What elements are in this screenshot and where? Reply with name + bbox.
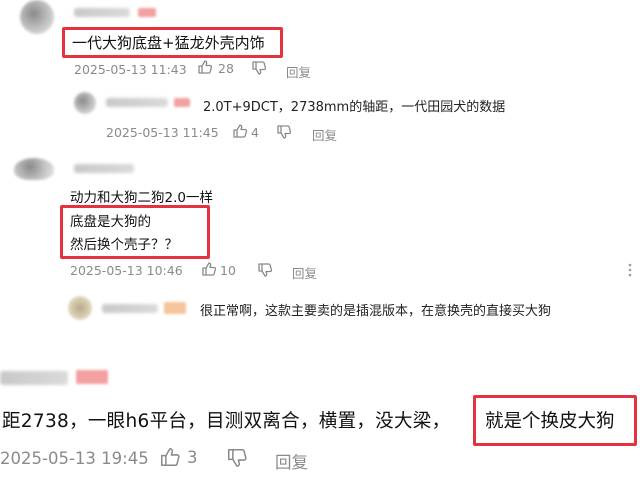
like-count: 3 [187,448,198,467]
user-badge [174,98,190,107]
comment-text-line2: 底盘是大狗的 [70,214,151,230]
comment-timestamp: 2025-05-13 19:45 [0,449,149,468]
username[interactable] [0,371,68,385]
like-count: 10 [220,263,236,278]
reply-button[interactable]: 回复 [286,62,311,81]
like-icon[interactable] [201,261,217,277]
username[interactable] [74,164,134,173]
dislike-icon[interactable] [276,124,292,140]
user-badge [138,8,156,17]
comment-timestamp: 2025-05-13 11:43 [74,62,187,77]
dislike-icon[interactable] [257,262,273,278]
like-icon[interactable] [197,59,213,75]
avatar[interactable] [14,158,54,180]
comment-text: 2.0T+9DCT，2738mm的轴距，一代田园犬的数据 [203,100,506,115]
avatar[interactable] [68,296,92,320]
dislike-icon[interactable] [251,60,267,76]
username[interactable] [106,98,168,107]
avatar[interactable] [74,92,96,114]
user-badge [76,370,108,384]
like-count: 4 [251,125,259,140]
username[interactable] [74,8,130,17]
comment-text: 很正常啊，这款主要卖的是插混版本，在意换壳的直接买大狗 [200,304,552,319]
comment-text-highlight: 就是个换皮大狗 [485,411,615,432]
reply-button[interactable]: 回复 [292,263,317,282]
reply-button[interactable]: 回复 [312,125,337,144]
comment-text-line1: 动力和大狗二狗2.0一样 [70,190,213,206]
username[interactable] [102,304,158,313]
dislike-icon[interactable] [226,447,248,469]
like-icon[interactable] [232,123,248,139]
reply-button[interactable]: 回复 [275,449,308,473]
user-badge [164,302,186,314]
avatar[interactable] [20,0,54,34]
comment-text: 一代大狗底盘+猛龙外壳内饰 [72,34,265,52]
more-options-icon[interactable] [626,262,634,278]
comment-timestamp: 2025-05-13 11:45 [106,125,219,140]
comment-text-line3: 然后换个壳子？？ [70,237,178,253]
comment-timestamp: 2025-05-13 10:46 [70,263,183,278]
like-icon[interactable] [159,446,181,468]
comment-text: 距2738，一眼h6平台，目测双离合，横置，没大梁， [2,411,451,432]
like-count: 28 [218,61,234,76]
